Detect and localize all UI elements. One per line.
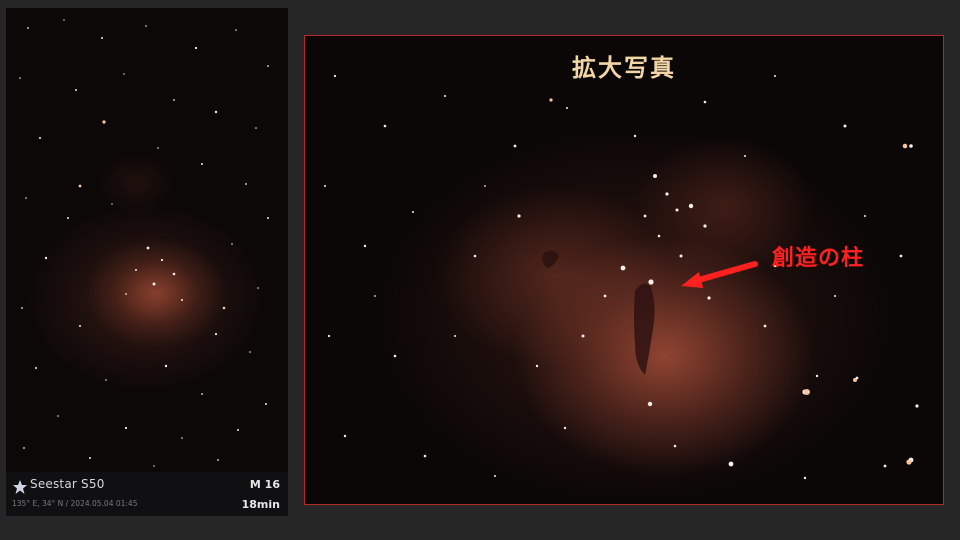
capture-location-time: 135° E, 34° N / 2024.05.04 01:45 bbox=[12, 499, 138, 508]
slide: Seestar S50 135° E, 34° N / 2024.05.04 0… bbox=[0, 0, 960, 540]
full-frame-photo: Seestar S50 135° E, 34° N / 2024.05.04 0… bbox=[6, 8, 288, 516]
pillars-of-creation-label: 創造の柱 bbox=[772, 246, 865, 271]
star-field bbox=[19, 19, 269, 467]
arrow-left-icon bbox=[681, 261, 758, 288]
zoom-title: 拡大写真 bbox=[572, 54, 676, 82]
zoomed-photo: 拡大写真 創造の柱 bbox=[304, 35, 944, 505]
capture-info-bar: Seestar S50 135° E, 34° N / 2024.05.04 0… bbox=[6, 472, 288, 516]
target-name: M 16 bbox=[249, 478, 280, 491]
exposure-time: 18min bbox=[241, 498, 280, 511]
star-logo-icon bbox=[13, 480, 27, 494]
device-name: Seestar S50 bbox=[30, 477, 105, 491]
